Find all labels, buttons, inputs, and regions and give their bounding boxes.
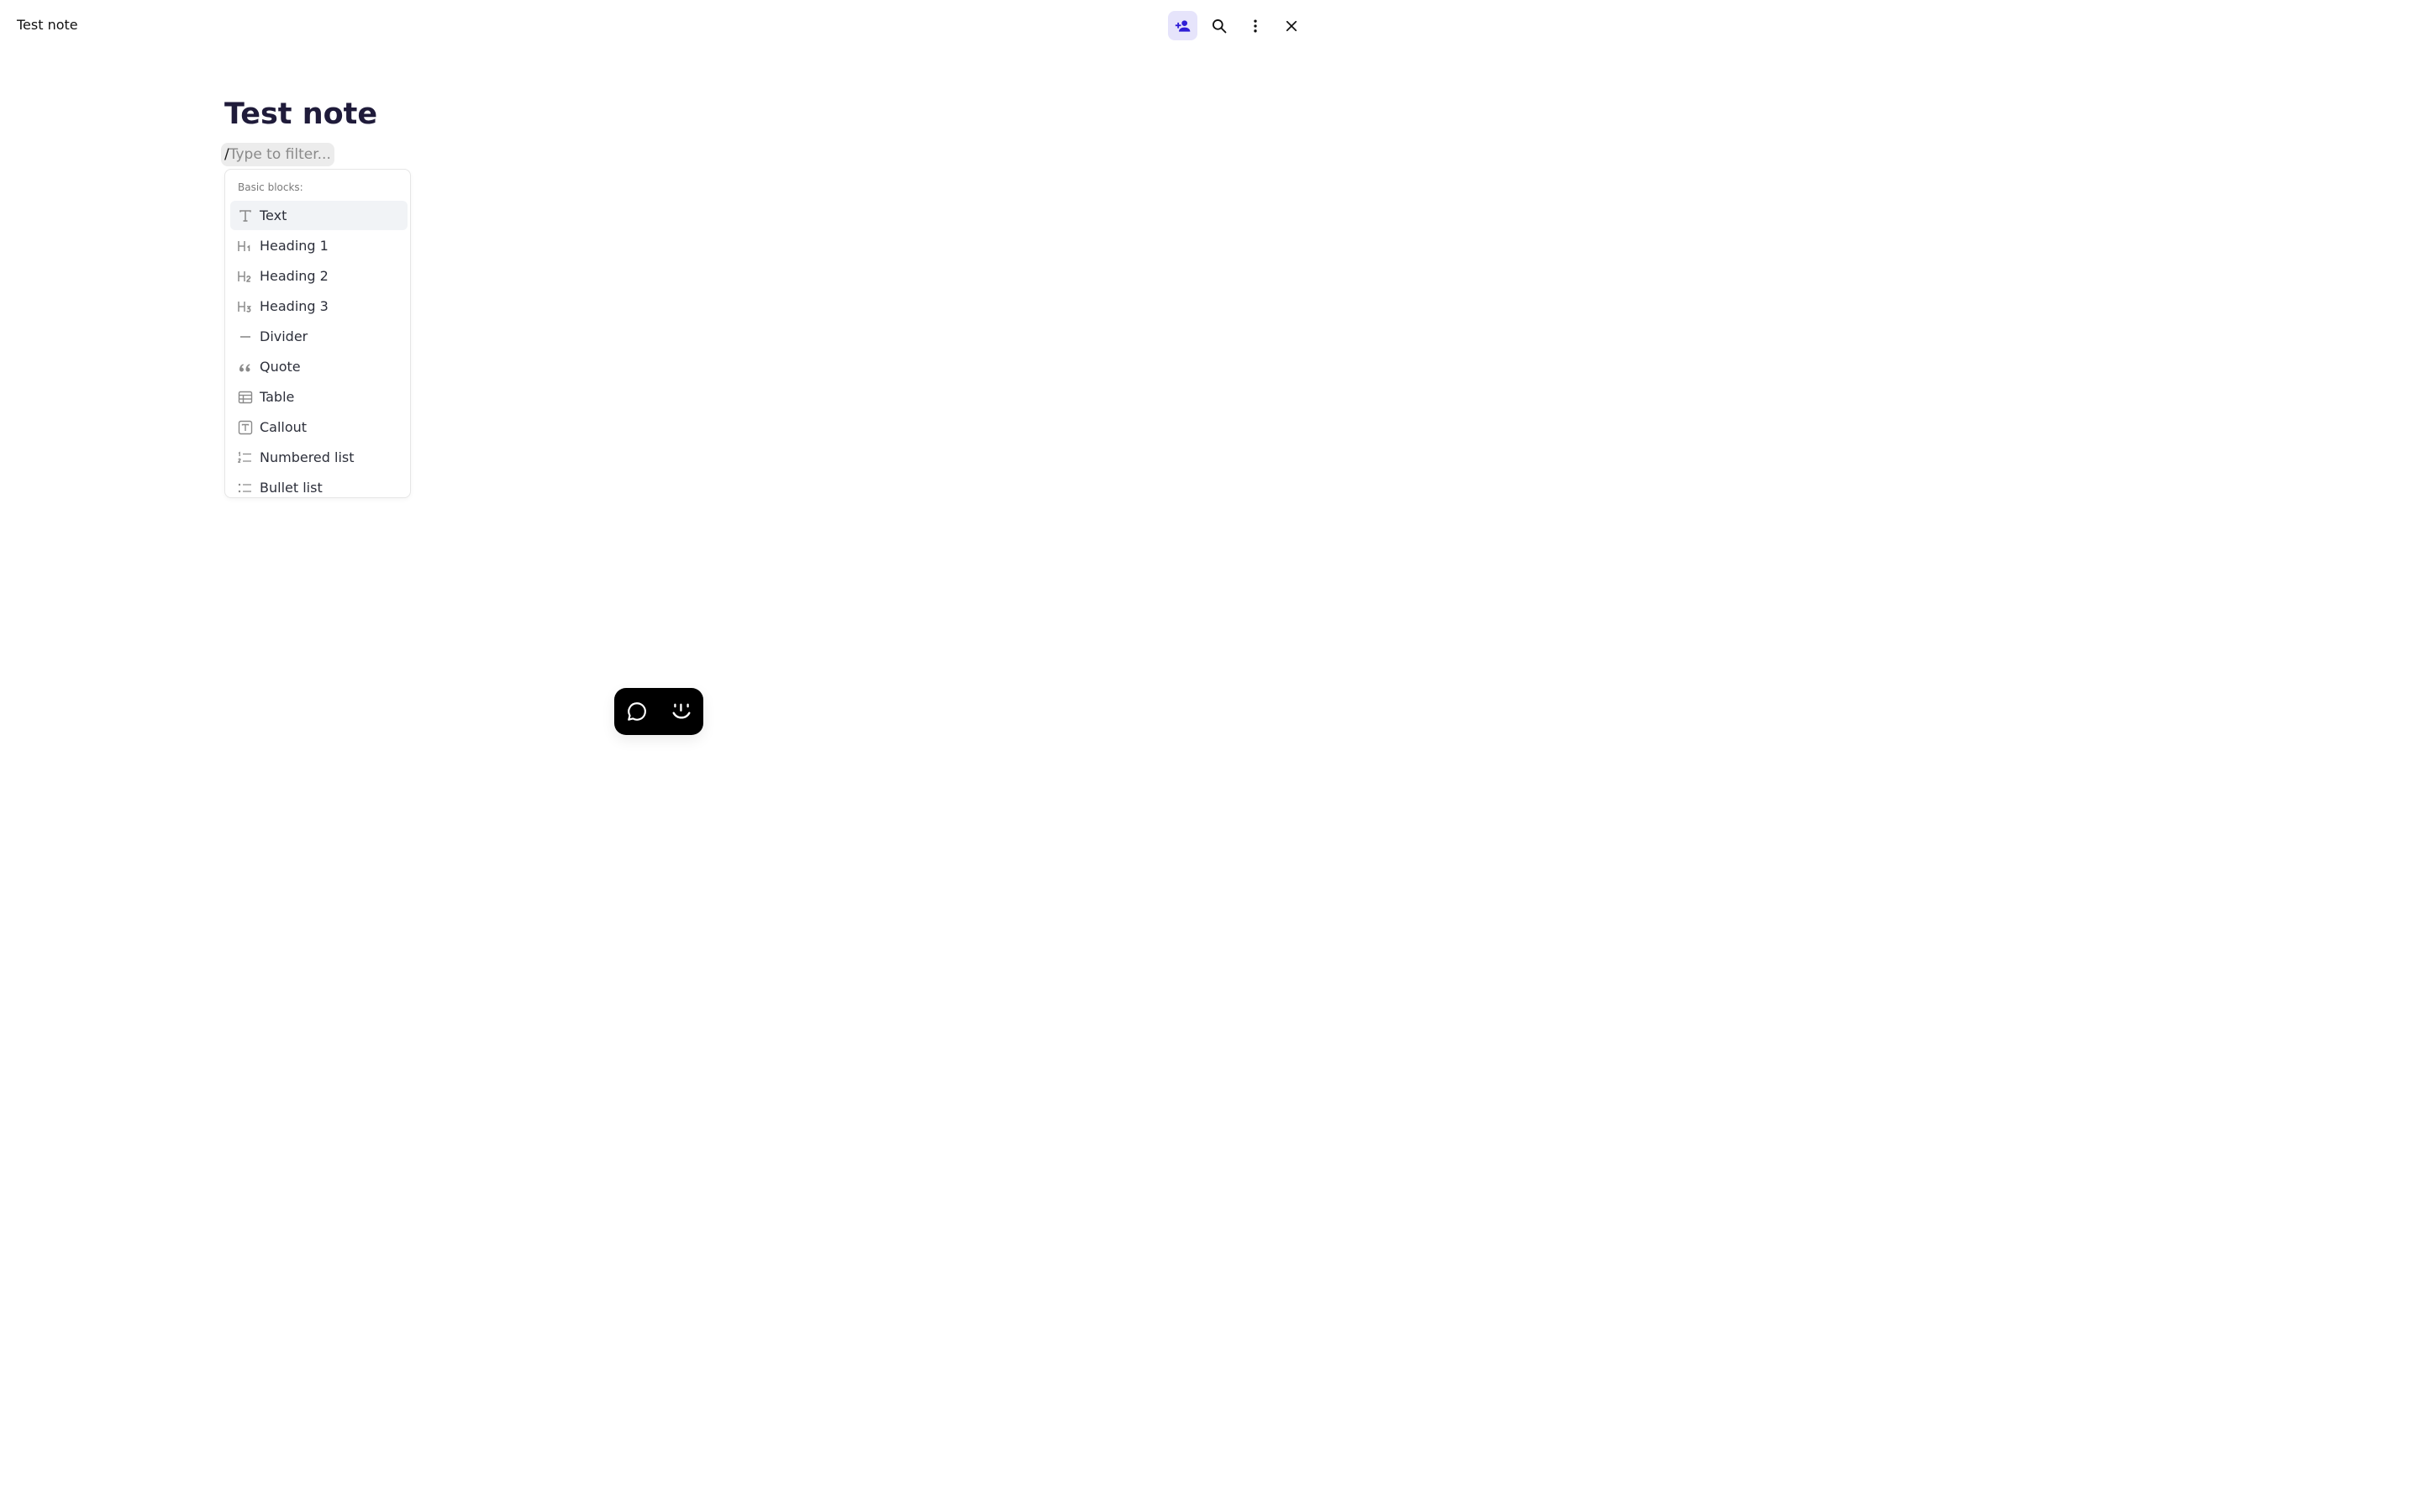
menu-item-label: Heading 1 <box>260 237 329 254</box>
numbered-list-icon <box>237 449 253 465</box>
callout-icon <box>237 419 253 435</box>
more-options-button[interactable] <box>1240 11 1270 40</box>
menu-items: Text Heading 1 Heading 2 Heading 3 Divid… <box>230 201 408 497</box>
block-type-menu: Basic blocks: Text Heading 1 Heading 2 H… <box>224 169 411 498</box>
filter-placeholder: Type to filter... <box>229 146 331 163</box>
menu-item-table[interactable]: Table <box>230 382 408 412</box>
note-title[interactable]: Test note <box>224 96 377 133</box>
menu-item-numbered-list[interactable]: Numbered list <box>230 443 408 472</box>
menu-item-heading-3[interactable]: Heading 3 <box>230 291 408 321</box>
table-icon <box>237 389 253 405</box>
divider-icon <box>237 328 253 344</box>
close-button[interactable] <box>1276 11 1306 40</box>
menu-heading: Basic blocks: <box>238 181 303 193</box>
search-icon <box>1212 18 1226 33</box>
menu-item-label: Callout <box>260 418 308 435</box>
note-editor-window: Test note Test note / Type to filter... … <box>0 0 1318 823</box>
assistant-button[interactable] <box>663 693 700 730</box>
menu-item-label: Bullet list <box>260 479 323 496</box>
window-title: Test note <box>17 17 78 33</box>
share-button[interactable] <box>1168 11 1197 40</box>
menu-item-bullet-list[interactable]: Bullet list <box>230 473 408 497</box>
menu-item-label: Text <box>260 207 287 223</box>
menu-item-heading-1[interactable]: Heading 1 <box>230 231 408 260</box>
bullet-list-icon <box>237 480 253 496</box>
header-actions <box>1168 11 1306 40</box>
menu-item-label: Table <box>260 388 295 405</box>
menu-item-callout[interactable]: Callout <box>230 412 408 442</box>
quote-icon <box>237 359 253 375</box>
menu-item-quote[interactable]: Quote <box>230 352 408 381</box>
menu-item-heading-2[interactable]: Heading 2 <box>230 261 408 291</box>
floating-toolbar <box>614 688 703 735</box>
heading-2-icon <box>237 268 253 284</box>
heading-1-icon <box>237 238 253 254</box>
menu-item-divider[interactable]: Divider <box>230 322 408 351</box>
more-vertical-icon <box>1253 19 1257 32</box>
heading-3-icon <box>237 298 253 314</box>
menu-item-label: Divider <box>260 328 308 344</box>
assistant-face-icon <box>672 703 690 719</box>
comments-button[interactable] <box>618 693 655 730</box>
text-icon <box>237 207 253 223</box>
menu-item-label: Heading 3 <box>260 297 329 314</box>
menu-item-label: Numbered list <box>260 449 355 465</box>
menu-item-label: Quote <box>260 358 301 375</box>
menu-item-label: Heading 2 <box>260 267 329 284</box>
slash-command-input[interactable]: / Type to filter... <box>221 143 334 166</box>
search-button[interactable] <box>1204 11 1234 40</box>
chat-bubble-icon <box>627 702 646 721</box>
add-person-icon <box>1175 19 1190 32</box>
menu-item-text[interactable]: Text <box>230 201 408 230</box>
close-icon <box>1286 20 1297 31</box>
